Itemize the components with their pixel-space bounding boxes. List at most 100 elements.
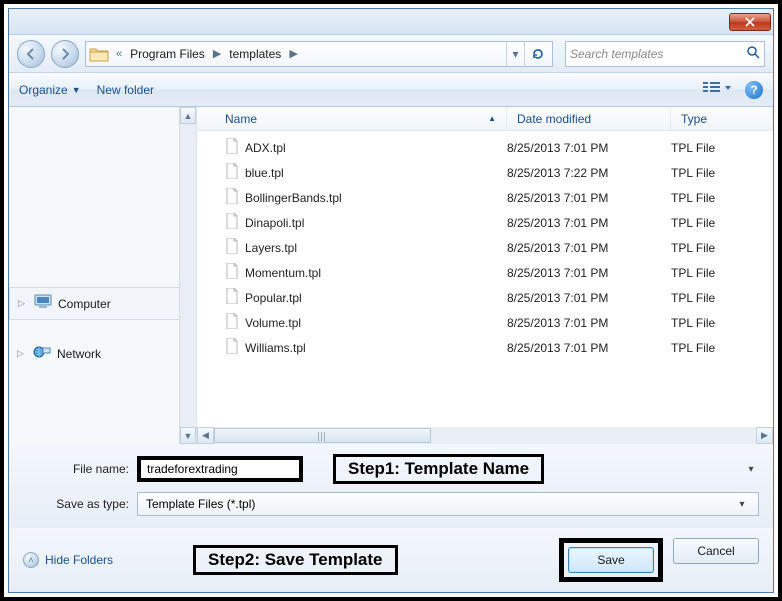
hide-folders-button[interactable]: ˄ Hide Folders <box>23 552 113 568</box>
file-icon <box>225 188 239 207</box>
save-label: Save <box>597 553 624 567</box>
horizontal-scrollbar[interactable]: ◀ ▶ <box>197 427 773 444</box>
file-date: 8/25/2013 7:01 PM <box>507 266 671 280</box>
column-header-date[interactable]: Date modified <box>507 107 671 130</box>
search-input[interactable]: Search templates <box>565 41 765 67</box>
scroll-up-icon[interactable]: ▲ <box>180 107 196 124</box>
hide-folders-label: Hide Folders <box>45 553 113 567</box>
address-bar[interactable]: « Program Files ▶ templates ▶ ▾ <box>85 41 553 67</box>
scroll-down-icon[interactable]: ▼ <box>180 427 196 444</box>
file-date: 8/25/2013 7:01 PM <box>507 216 671 230</box>
dialog-toolbar: Organize ▼ New folder ? <box>9 73 773 107</box>
breadcrumb-sep: ▶ <box>207 47 227 60</box>
file-icon <box>225 238 239 257</box>
file-name: Volume.tpl <box>245 316 301 330</box>
help-button[interactable]: ? <box>745 81 763 99</box>
breadcrumb-segment[interactable]: templates <box>227 47 283 61</box>
file-name: Dinapoli.tpl <box>245 216 304 230</box>
cancel-button[interactable]: Cancel <box>673 538 759 564</box>
chevron-down-icon: ▾ <box>734 499 750 510</box>
folder-icon <box>88 43 110 65</box>
file-type: TPL File <box>671 266 773 280</box>
file-row[interactable]: Layers.tpl8/25/2013 7:01 PMTPL File <box>197 235 773 260</box>
file-icon <box>225 338 239 357</box>
chevron-up-icon: ˄ <box>23 552 39 568</box>
save-form: File name: tradeforextrading Step1: Temp… <box>9 444 773 528</box>
sidebar-item-computer[interactable]: ▷ Computer <box>9 287 196 320</box>
file-name: Layers.tpl <box>245 241 297 255</box>
annotation-step2: Step2: Save Template <box>193 545 397 575</box>
save-button[interactable]: Save <box>568 547 654 573</box>
breadcrumb-segment[interactable]: Program Files <box>128 47 207 61</box>
column-label: Type <box>681 112 707 126</box>
file-row[interactable]: Volume.tpl8/25/2013 7:01 PMTPL File <box>197 310 773 335</box>
file-icon <box>225 213 239 232</box>
close-icon <box>745 17 755 27</box>
file-name-input[interactable]: tradeforextrading <box>137 456 303 482</box>
file-type: TPL File <box>671 291 773 305</box>
file-type: TPL File <box>671 341 773 355</box>
sidebar-item-label: Network <box>57 347 101 361</box>
scroll-thumb[interactable] <box>214 428 431 443</box>
file-row[interactable]: Williams.tpl 8/25/2013 7:01 PMTPL File <box>197 335 773 360</box>
save-as-type-label: Save as type: <box>23 497 129 511</box>
file-type: TPL File <box>671 316 773 330</box>
arrow-left-icon <box>24 47 38 61</box>
address-dropdown[interactable]: ▾ <box>506 42 524 66</box>
nav-back-button[interactable] <box>17 40 45 68</box>
file-row[interactable]: Popular.tpl8/25/2013 7:01 PMTPL File <box>197 285 773 310</box>
save-as-type-dropdown[interactable]: Template Files (*.tpl) ▾ <box>137 492 759 516</box>
new-folder-label: New folder <box>97 83 154 97</box>
save-button-highlight: Save <box>559 538 663 582</box>
dialog-footer: ˄ Hide Folders Step2: Save Template Save… <box>9 528 773 592</box>
scroll-right-icon[interactable]: ▶ <box>756 427 773 444</box>
cancel-label: Cancel <box>697 544 734 558</box>
file-name-dropdown[interactable]: ▾ <box>743 464 759 475</box>
sort-asc-icon: ▲ <box>488 114 496 123</box>
file-name-value: tradeforextrading <box>147 462 238 476</box>
sidebar-item-network[interactable]: ▷ Network <box>9 338 196 369</box>
view-options-button[interactable] <box>703 80 731 99</box>
expander-icon: ▷ <box>18 298 28 309</box>
network-icon <box>33 344 51 363</box>
nav-forward-button[interactable] <box>51 40 79 68</box>
file-row[interactable]: BollingerBands.tpl8/25/2013 7:01 PMTPL F… <box>197 185 773 210</box>
file-name: blue.tpl <box>245 166 284 180</box>
close-button[interactable] <box>729 13 771 31</box>
file-list-header: Name ▲ Date modified Type <box>197 107 773 131</box>
file-name-label: File name: <box>23 462 129 476</box>
sidebar-item-label: Computer <box>58 297 111 311</box>
annotation-step1: Step1: Template Name <box>333 454 544 484</box>
breadcrumb-sep: ▶ <box>283 47 303 60</box>
window-titlebar <box>9 9 773 35</box>
column-label: Date modified <box>517 112 591 126</box>
refresh-button[interactable] <box>524 42 550 66</box>
file-type: TPL File <box>671 141 773 155</box>
file-row[interactable]: blue.tpl8/25/2013 7:22 PMTPL File <box>197 160 773 185</box>
file-date: 8/25/2013 7:01 PM <box>507 191 671 205</box>
organize-menu[interactable]: Organize ▼ <box>19 83 81 97</box>
search-icon <box>746 45 760 62</box>
file-type: TPL File <box>671 191 773 205</box>
file-date: 8/25/2013 7:01 PM <box>507 341 671 355</box>
file-list-panel: Name ▲ Date modified Type ADX.tpl8/25/20… <box>197 107 773 444</box>
file-icon <box>225 313 239 332</box>
scroll-track[interactable] <box>214 427 756 444</box>
file-name: ADX.tpl <box>245 141 286 155</box>
column-header-name[interactable]: Name ▲ <box>197 107 507 130</box>
expander-icon: ▷ <box>17 348 27 359</box>
scroll-left-icon[interactable]: ◀ <box>197 427 214 444</box>
refresh-icon <box>531 47 545 61</box>
file-type: TPL File <box>671 166 773 180</box>
file-icon <box>225 263 239 282</box>
file-row[interactable]: Dinapoli.tpl8/25/2013 7:01 PMTPL File <box>197 210 773 235</box>
file-icon <box>225 288 239 307</box>
file-list-body: ADX.tpl8/25/2013 7:01 PMTPL Fileblue.tpl… <box>197 131 773 427</box>
column-header-type[interactable]: Type <box>671 107 773 130</box>
file-name: Williams.tpl <box>245 341 306 355</box>
new-folder-button[interactable]: New folder <box>97 83 154 97</box>
file-row[interactable]: ADX.tpl8/25/2013 7:01 PMTPL File <box>197 135 773 160</box>
file-row[interactable]: Momentum.tpl8/25/2013 7:01 PMTPL File <box>197 260 773 285</box>
sidebar-scrollbar[interactable]: ▲ ▼ <box>179 107 196 444</box>
dialog-body: ▷ Computer ▷ Network ▲ ▼ <box>9 107 773 444</box>
